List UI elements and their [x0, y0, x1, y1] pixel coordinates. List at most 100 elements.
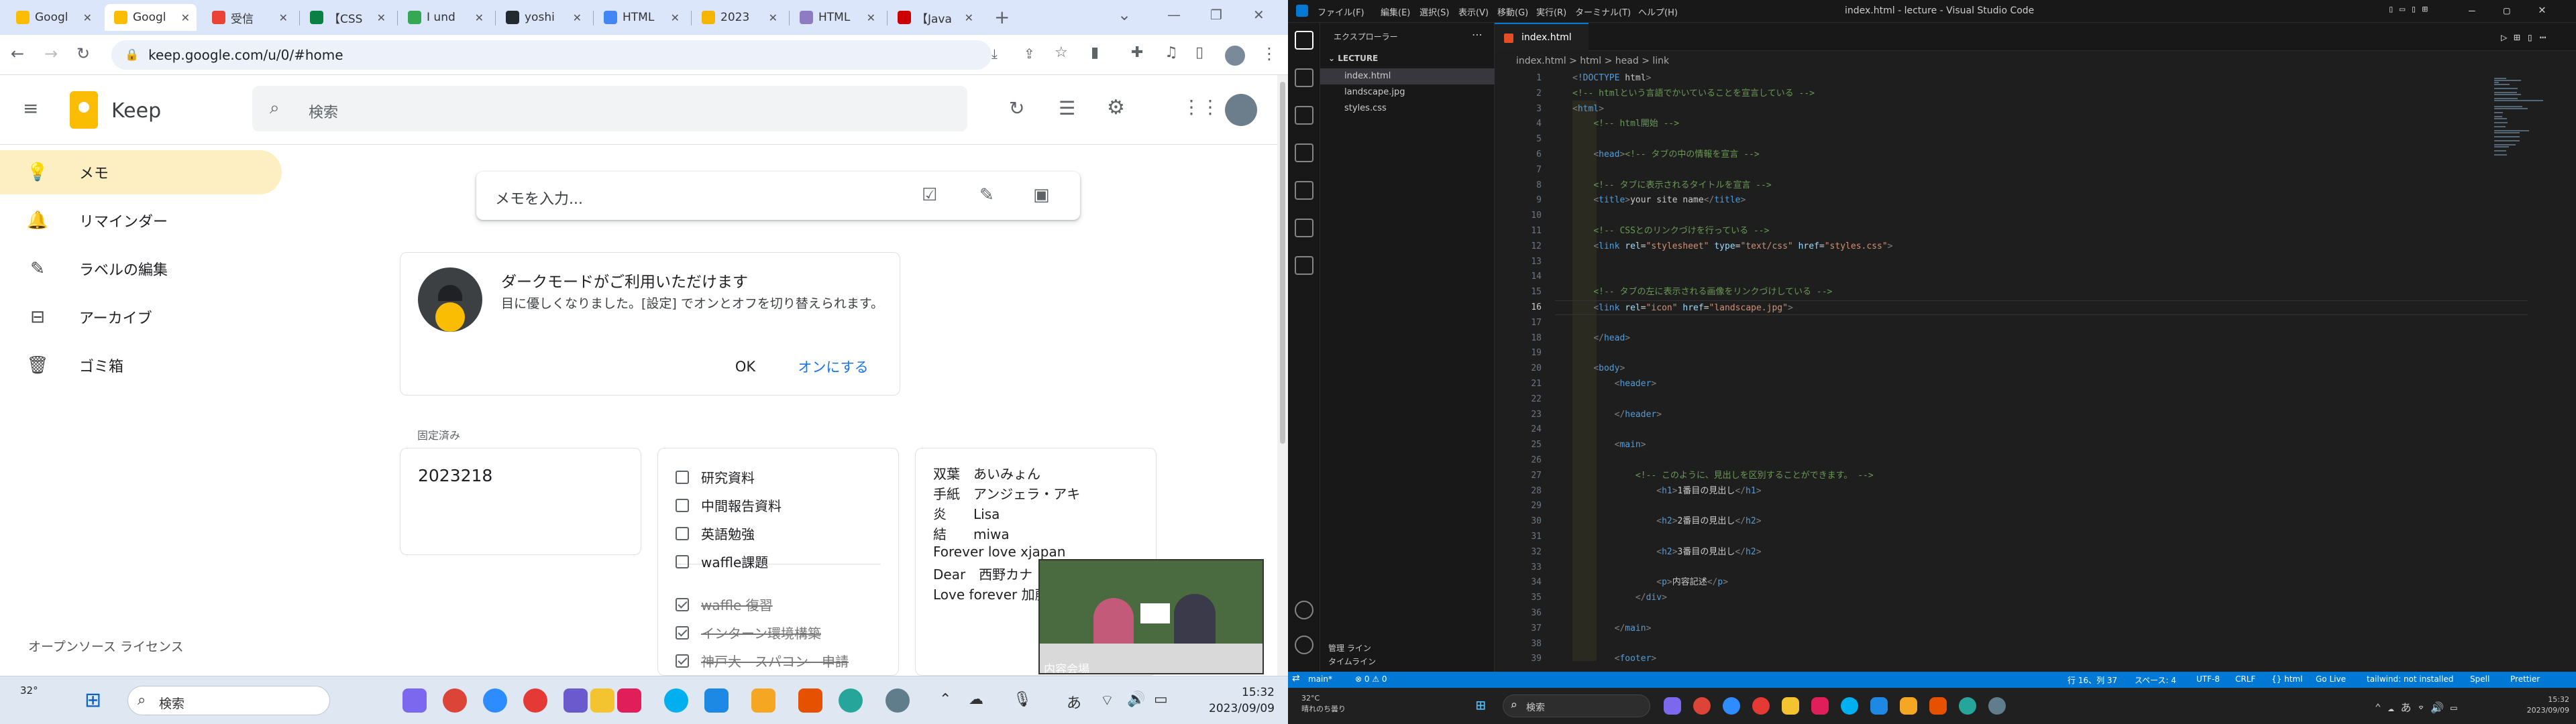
browser-tab[interactable]: 【Java ✕	[888, 4, 980, 31]
status-right-item[interactable]: Go Live	[2316, 674, 2346, 684]
tab-close-icon[interactable]: ✕	[279, 11, 288, 24]
status-left-item[interactable]: main*	[1308, 674, 1332, 684]
turn-on-button[interactable]: オンにする	[783, 353, 883, 380]
tab-search-icon[interactable]: ⌄	[1118, 7, 1131, 23]
tab-close-icon[interactable]: ✕	[83, 11, 92, 24]
chrome-icon[interactable]	[1693, 697, 1711, 715]
cloud-icon[interactable]: ☁	[969, 691, 983, 708]
tray-icons[interactable]: ⌃ ☁ あ ⌔ 🔊 ▭	[2375, 699, 2457, 715]
mic-icon[interactable]: 🎙	[1013, 691, 1032, 708]
browser-tab[interactable]: I und ✕	[398, 4, 490, 31]
explorer-more-icon[interactable]: ⋯	[1472, 28, 1483, 41]
checkbox[interactable]	[676, 554, 689, 568]
sidebar-item-lightbulb[interactable]: 💡 メモ	[0, 150, 282, 194]
browser-tab[interactable]: HTML ✕	[594, 4, 686, 31]
settings-icon[interactable]	[1988, 697, 2006, 715]
status-right-item[interactable]: 行 16、列 37	[2068, 674, 2117, 686]
taskbar-clock[interactable]: 15:32 2023/09/09	[1208, 684, 1275, 717]
battery-icon[interactable]: ▭	[1154, 691, 1168, 708]
forward-icon[interactable]: →	[44, 46, 58, 62]
copilot-icon[interactable]	[1664, 697, 1681, 715]
close-icon[interactable]: ✕	[1253, 8, 1265, 21]
taskbar-search[interactable]: ⌕ 検索	[1503, 695, 1650, 717]
slack-icon[interactable]	[617, 688, 641, 713]
file-styles-css[interactable]: styles.css	[1320, 101, 1495, 117]
more-menu-icon[interactable]: ⋮	[1261, 46, 1277, 62]
bookmark-star-icon[interactable]: ☆	[1055, 46, 1068, 60]
share-icon[interactable]: ⇪	[1024, 47, 1035, 60]
minimize-icon[interactable]: —	[2469, 4, 2475, 17]
outline-section[interactable]: 管理 ライン	[1328, 642, 1371, 654]
checklist-item[interactable]: 英語勉強	[676, 524, 755, 543]
new-tab-icon[interactable]: +	[994, 8, 1010, 27]
layout-icons[interactable]: ▯ ▭ ▯ ⊞	[2388, 4, 2428, 15]
code-line[interactable]: <head><!-- タブの中の情報を宣言 -->	[1572, 147, 1759, 162]
open-source-license-link[interactable]: オープンソース ライセンス	[28, 637, 184, 655]
take-note-box[interactable]: メモを入力... ☑ ✎ ▣	[476, 172, 1080, 220]
page-scrollbar[interactable]	[1277, 75, 1288, 676]
checklist-item[interactable]: インターン環境構築	[676, 623, 821, 642]
app-icon-purple[interactable]	[564, 688, 588, 713]
code-line[interactable]: <header>	[1572, 377, 1657, 391]
refresh-icon[interactable]: ↻	[1009, 99, 1024, 118]
code-line[interactable]: <main>	[1572, 438, 1646, 452]
accounts-icon[interactable]	[1295, 601, 1313, 619]
ime-icon[interactable]: あ	[1067, 691, 1081, 713]
apps-grid-icon[interactable]: ⋮⋮	[1182, 98, 1220, 117]
code-line[interactable]: <title>your site name</title>	[1572, 193, 1746, 208]
checklist-item[interactable]: 中間報告資料	[676, 495, 782, 515]
weather-widget[interactable]: 32°C 晴れのち曇り	[1301, 693, 1346, 715]
sidebar-item-trash[interactable]: 🗑 ゴミ箱	[0, 343, 282, 387]
main-menu-icon[interactable]: ≡	[23, 99, 38, 118]
back-icon[interactable]: ←	[11, 46, 24, 62]
file-index-html[interactable]: index.html	[1320, 68, 1495, 84]
vscode-icon[interactable]	[704, 688, 729, 713]
url-box[interactable]: 🔒 keep.google.com/u/0/#home	[111, 40, 991, 70]
menu-item[interactable]: ターミナル(T)	[1575, 5, 1631, 18]
breadcrumb[interactable]: index.html > html > head > link	[1495, 51, 2576, 71]
checklist-item[interactable]: waffle 復習	[676, 595, 773, 614]
settings-icon[interactable]	[885, 688, 910, 713]
sublime-icon[interactable]	[1900, 697, 1917, 715]
timeline-section[interactable]: タイムライン	[1328, 656, 1376, 667]
reload-icon[interactable]: ↻	[76, 46, 90, 62]
tab-close-icon[interactable]: ✕	[867, 11, 875, 24]
tab-close-icon[interactable]: ✕	[769, 11, 777, 24]
search-icon[interactable]: ⌕	[270, 99, 280, 117]
tab-index-html[interactable]: index.html	[1495, 23, 1589, 51]
code-line[interactable]: </head>	[1572, 331, 1630, 346]
taskbar-search[interactable]: ⌕ 検索	[127, 686, 330, 715]
scrollbar-thumb[interactable]	[1280, 82, 1285, 444]
search-icon[interactable]	[1295, 68, 1313, 87]
checklist-item[interactable]: 研究資料	[676, 467, 755, 487]
menu-item[interactable]: ファイル(F)	[1318, 5, 1364, 18]
account-avatar[interactable]	[1225, 94, 1257, 126]
code-line[interactable]: <body>	[1572, 361, 1625, 376]
chrome-icon[interactable]	[443, 688, 467, 713]
code-line[interactable]: <link rel="stylesheet" type="text/css" h…	[1572, 239, 1892, 254]
vscode-icon[interactable]	[1870, 697, 1888, 715]
minimap[interactable]	[2489, 71, 2563, 672]
code-line[interactable]: <link rel="icon" href="landscape.jpg">	[1555, 300, 2528, 315]
new-checklist-icon[interactable]: ☑	[922, 186, 937, 204]
wifi-icon[interactable]: ⌔	[1100, 691, 1114, 710]
zoom-icon[interactable]	[1723, 697, 1740, 715]
tab-close-icon[interactable]: ✕	[573, 11, 582, 24]
browser-tab[interactable]: 【CSS ✕	[301, 4, 392, 31]
browser-tab[interactable]: yoshi ✕	[496, 4, 588, 31]
status-right-item[interactable]: CRLF	[2235, 674, 2255, 684]
remote-icon[interactable]: ⇄	[1292, 673, 1300, 684]
note-card-2023218[interactable]: 2023218	[400, 448, 641, 555]
code-line[interactable]: <!-- htmlという言語でかいていることを宣言している -->	[1572, 86, 1815, 101]
code-line[interactable]: <p>内容記述</p>	[1572, 575, 1728, 590]
status-right-item[interactable]: {} html	[2271, 674, 2302, 684]
code-line[interactable]: <h1>1番目の見出し</h1>	[1572, 484, 1761, 499]
search-box[interactable]: ⌕ 検索	[252, 86, 967, 131]
weather-widget[interactable]: 32°	[20, 684, 38, 697]
minimize-icon[interactable]: —	[1167, 8, 1181, 21]
checklist-item[interactable]: 神戸大 スパコン 申請	[676, 651, 849, 670]
browser-tab[interactable]: Googl ✕	[105, 4, 197, 31]
video-overlay[interactable]: 内容会場	[1038, 559, 1264, 674]
browser-tab[interactable]: Googl ✕	[7, 4, 99, 31]
matlab-icon[interactable]	[798, 688, 822, 713]
